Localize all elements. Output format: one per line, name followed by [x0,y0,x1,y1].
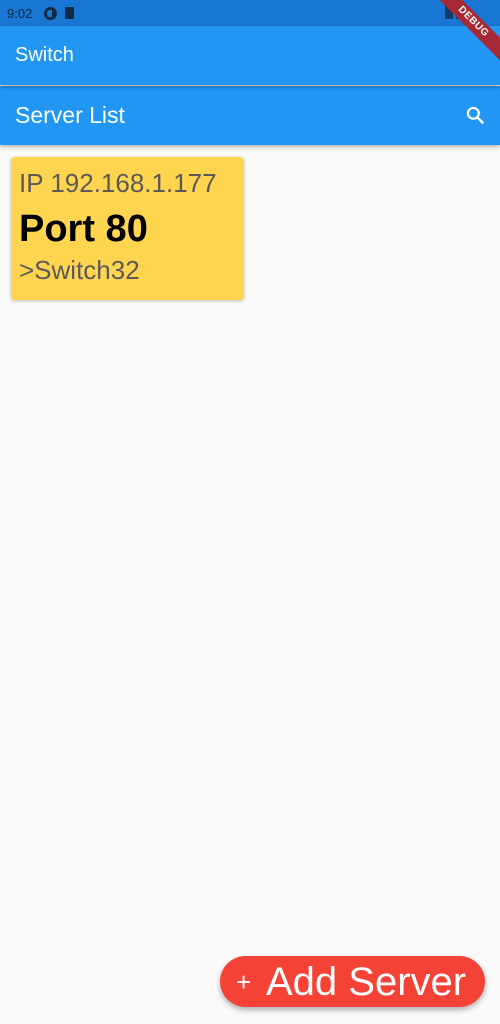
server-ip: IP 192.168.1.177 [19,168,217,198]
add-server-label: Add Server [266,959,467,1004]
page-title: Server List [15,102,125,128]
server-port: Port 80 [19,208,148,250]
status-bar: 9:02 [0,0,500,26]
add-icon: + [236,966,252,997]
status-time: 9:02 [7,5,33,21]
server-name: >Switch32 [19,255,140,285]
app-bar: Switch [0,26,500,85]
sd-card-icon [65,7,75,19]
server-list-bar: Server List [0,86,500,145]
search-icon [466,106,484,124]
server-card[interactable]: IP 192.168.1.177 Port 80 >Switch32 [11,157,244,300]
add-server-button[interactable]: + Add Server [220,956,485,1007]
app-title: Switch [15,44,74,66]
circle-half-icon [44,6,58,20]
app-screen: 9:02 DEBUG Switch Server List IP 192.168… [0,0,500,1024]
search-button[interactable] [462,102,488,128]
